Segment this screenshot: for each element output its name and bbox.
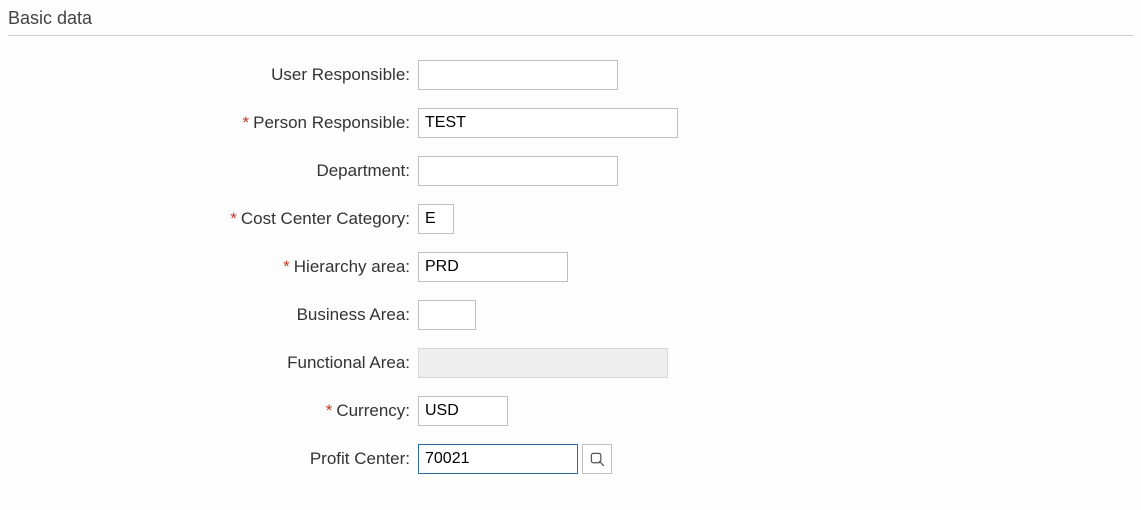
search-help-icon bbox=[590, 452, 605, 467]
label-text-business-area: Business Area: bbox=[297, 305, 410, 324]
label-functional-area: Functional Area: bbox=[8, 353, 418, 373]
row-hierarchy-area: *Hierarchy area: bbox=[8, 252, 1133, 282]
row-cost-center-category: *Cost Center Category: bbox=[8, 204, 1133, 234]
label-department: Department: bbox=[8, 161, 418, 181]
input-hierarchy-area[interactable] bbox=[418, 252, 568, 282]
section-title: Basic data bbox=[8, 8, 1133, 36]
input-currency[interactable] bbox=[418, 396, 508, 426]
row-functional-area: Functional Area: bbox=[8, 348, 1133, 378]
input-profit-center[interactable] bbox=[418, 444, 578, 474]
label-hierarchy-area: *Hierarchy area: bbox=[8, 257, 418, 277]
row-profit-center: Profit Center: bbox=[8, 444, 1133, 474]
required-mark: * bbox=[230, 209, 237, 228]
label-text-person-responsible: Person Responsible: bbox=[253, 113, 410, 132]
input-business-area[interactable] bbox=[418, 300, 476, 330]
input-functional-area bbox=[418, 348, 668, 378]
input-cost-center-category[interactable] bbox=[418, 204, 454, 234]
label-text-currency: Currency: bbox=[336, 401, 410, 420]
row-currency: *Currency: bbox=[8, 396, 1133, 426]
input-department[interactable] bbox=[418, 156, 618, 186]
label-text-profit-center: Profit Center: bbox=[310, 449, 410, 468]
basic-data-form: User Responsible: *Person Responsible: D… bbox=[8, 60, 1133, 474]
label-text-hierarchy-area: Hierarchy area: bbox=[294, 257, 410, 276]
label-text-user-responsible: User Responsible: bbox=[271, 65, 410, 84]
label-user-responsible: User Responsible: bbox=[8, 65, 418, 85]
row-department: Department: bbox=[8, 156, 1133, 186]
label-currency: *Currency: bbox=[8, 401, 418, 421]
row-business-area: Business Area: bbox=[8, 300, 1133, 330]
required-mark: * bbox=[243, 113, 250, 132]
label-text-department: Department: bbox=[316, 161, 410, 180]
label-profit-center: Profit Center: bbox=[8, 449, 418, 469]
label-business-area: Business Area: bbox=[8, 305, 418, 325]
label-cost-center-category: *Cost Center Category: bbox=[8, 209, 418, 229]
required-mark: * bbox=[283, 257, 290, 276]
search-help-button[interactable] bbox=[582, 444, 612, 474]
required-mark: * bbox=[326, 401, 333, 420]
input-person-responsible[interactable] bbox=[418, 108, 678, 138]
label-text-functional-area: Functional Area: bbox=[287, 353, 410, 372]
label-text-cost-center-category: Cost Center Category: bbox=[241, 209, 410, 228]
label-person-responsible: *Person Responsible: bbox=[8, 113, 418, 133]
row-user-responsible: User Responsible: bbox=[8, 60, 1133, 90]
input-user-responsible[interactable] bbox=[418, 60, 618, 90]
row-person-responsible: *Person Responsible: bbox=[8, 108, 1133, 138]
